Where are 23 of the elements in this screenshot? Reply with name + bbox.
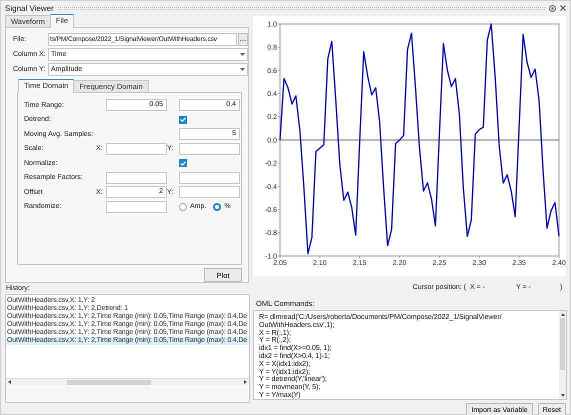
input-field[interactable]	[106, 172, 167, 184]
input-field[interactable]	[179, 186, 240, 198]
commands-text-area[interactable]	[253, 310, 567, 400]
horizontal-scrollbar[interactable]	[6, 379, 249, 385]
checkbox[interactable]	[179, 159, 187, 168]
input-field[interactable]	[106, 142, 167, 155]
left-arrow-icon	[8, 380, 11, 384]
caret-icon	[240, 68, 245, 71]
input-field[interactable]	[179, 142, 240, 155]
vertical-scrollbar[interactable]	[559, 311, 566, 399]
window-title: Signal Viewer	[5, 4, 54, 12]
input-field[interactable]	[179, 172, 240, 184]
checkbox[interactable]	[179, 116, 187, 124]
close-icon[interactable]	[560, 5, 566, 11]
down-arrow-icon	[560, 394, 564, 397]
circle-icon[interactable]	[549, 4, 556, 12]
right-arrow-icon	[244, 380, 247, 384]
caret-icon	[240, 53, 245, 56]
browse-button[interactable]: ...	[238, 33, 248, 46]
up-arrow-icon	[560, 313, 564, 316]
radio-button[interactable]	[213, 202, 222, 211]
input-field[interactable]	[106, 200, 167, 213]
radio-button[interactable]	[179, 202, 187, 211]
